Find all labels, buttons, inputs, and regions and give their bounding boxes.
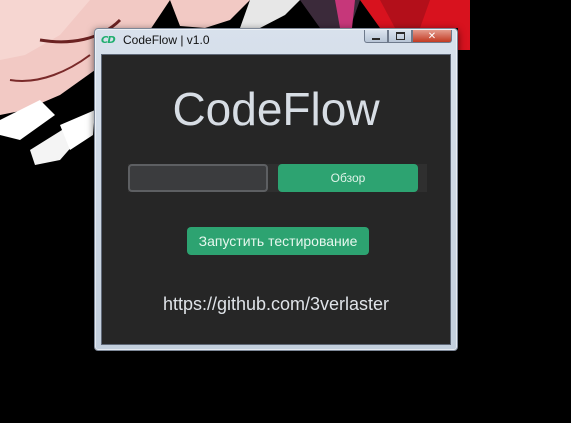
repo-link[interactable]: https://github.com/3verlaster: [102, 293, 450, 315]
window-title: CodeFlow | v1.0: [123, 33, 210, 47]
close-button[interactable]: ✕: [412, 30, 452, 43]
path-input[interactable]: [128, 164, 268, 192]
app-icon: CD: [101, 35, 116, 46]
run-tests-button[interactable]: Запустить тестирование: [187, 227, 369, 255]
app-window: CD CodeFlow | v1.0 ✕ CodeFlow Обзор Запу…: [94, 28, 458, 351]
title-bar[interactable]: CD CodeFlow | v1.0 ✕: [95, 29, 457, 52]
path-panel: Обзор: [128, 164, 427, 192]
main-panel: CodeFlow Обзор Запустить тестирование ht…: [101, 54, 451, 345]
app-title: CodeFlow: [172, 83, 380, 135]
minimize-icon: [372, 37, 380, 40]
minimize-button[interactable]: [364, 30, 388, 43]
maximize-icon: [395, 32, 405, 40]
browse-button[interactable]: Обзор: [278, 164, 418, 192]
close-icon: ✕: [427, 30, 437, 42]
maximize-button[interactable]: [388, 30, 412, 43]
